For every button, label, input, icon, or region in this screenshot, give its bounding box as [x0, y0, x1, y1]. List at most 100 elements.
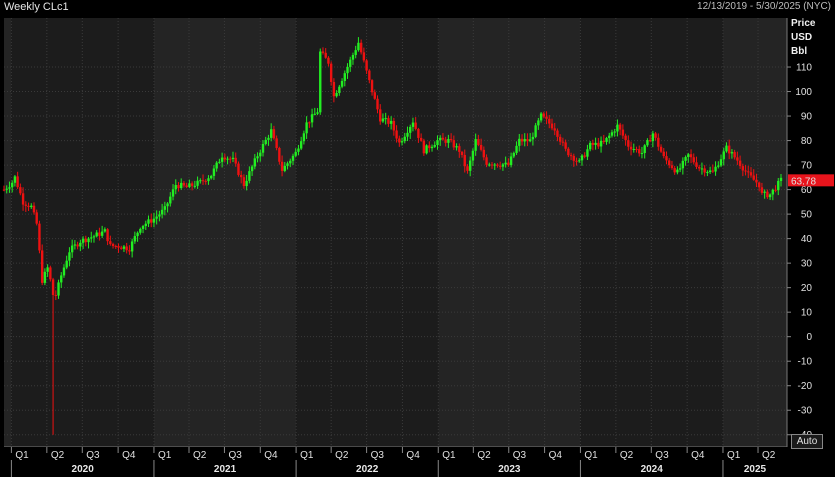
candle-body [714, 166, 717, 172]
quarter-label: Q1 [442, 450, 456, 461]
candle [319, 48, 322, 115]
candle-body [291, 155, 295, 161]
candle-body [498, 165, 502, 167]
quarter-label: Q3 [655, 450, 669, 461]
candle-body [706, 172, 709, 174]
candle-body [275, 138, 278, 148]
candle-body [684, 157, 687, 161]
quarter-label: Q2 [620, 450, 634, 461]
candle-body [766, 191, 769, 198]
candle-body [340, 80, 344, 87]
candle-body [640, 153, 644, 155]
quarter-label: Q4 [691, 450, 705, 461]
candle-body [185, 185, 188, 187]
y-tick-label: -30 [798, 406, 813, 417]
candle-body [329, 63, 333, 83]
candle-body [618, 124, 622, 130]
candle-body [708, 170, 712, 173]
y-unit-label: USD [791, 32, 812, 43]
candle-body [610, 132, 614, 136]
candle-body [43, 271, 47, 283]
candle-body [215, 162, 218, 169]
candle-body [608, 135, 611, 139]
candle-body [665, 156, 668, 161]
candle-body [294, 151, 297, 156]
candle-body [310, 114, 314, 123]
candle-body [474, 139, 477, 151]
candle-body [518, 138, 521, 146]
candle-body [569, 155, 573, 157]
candle-body [103, 229, 107, 232]
candle-body [84, 238, 87, 243]
year-band [296, 18, 439, 447]
candle-body [774, 189, 777, 191]
candle-body [199, 180, 202, 182]
candle-body [777, 180, 780, 191]
candle-body [231, 157, 235, 160]
candle-body [389, 120, 393, 124]
candle-body [411, 122, 415, 127]
candle-body [267, 137, 270, 140]
y-tick-label: 70 [801, 161, 813, 172]
candle-body [51, 279, 55, 296]
candle-body [744, 170, 747, 172]
candle-body [128, 250, 131, 252]
candle-body [62, 267, 66, 276]
candle-body [21, 193, 25, 205]
candle-body [591, 142, 595, 145]
year-label: 2022 [356, 464, 379, 475]
candle-body [321, 51, 325, 53]
candle-body [368, 70, 371, 81]
year-band [153, 18, 297, 447]
price-chart[interactable]: -40-30-20-100102030405060708090100110 Q1… [0, 0, 835, 477]
candle-body [444, 139, 447, 143]
candle-body [253, 158, 257, 167]
candle-body [95, 232, 98, 237]
candle-body [87, 238, 90, 243]
candle-body [16, 176, 19, 188]
candle-body [681, 160, 685, 169]
candle-body [711, 170, 715, 172]
quarter-label: Q4 [549, 450, 563, 461]
candle-body [210, 175, 213, 179]
candle-body [482, 149, 486, 158]
candle-body [24, 204, 28, 206]
candle-body [493, 164, 496, 166]
candle-body [297, 148, 300, 152]
candle-body [646, 140, 649, 146]
year-band [722, 18, 787, 447]
candle-body [212, 168, 216, 176]
candle-body [471, 150, 475, 161]
candle-body [488, 164, 491, 166]
candle-body [234, 157, 237, 164]
candle-body [319, 51, 322, 113]
candle-body [182, 182, 186, 186]
candle-body [477, 139, 480, 145]
year-label: 2025 [744, 464, 767, 475]
candle-body [207, 178, 210, 182]
chart-header: Weekly CLc1 12/13/2019 - 5/30/2025 (NYC) [0, 0, 835, 16]
auto-scale-button[interactable]: Auto [791, 434, 823, 449]
candle-body [733, 152, 736, 158]
year-band [580, 18, 723, 447]
candle-body [738, 160, 742, 167]
y-tick-label: 90 [801, 112, 813, 123]
candle-body [561, 141, 565, 143]
candle-body [30, 205, 33, 208]
candle-body [586, 149, 589, 157]
candle-body [752, 175, 755, 180]
candle-body [548, 118, 551, 124]
candle-body [188, 183, 191, 187]
quarter-label: Q2 [762, 450, 776, 461]
candle-body [278, 147, 281, 162]
candle-body [629, 146, 633, 150]
candle-body [409, 126, 412, 133]
candle-body [419, 137, 423, 141]
candle-body [452, 140, 456, 148]
candle-body [122, 246, 126, 249]
candle-body [689, 154, 693, 158]
candle-body [597, 142, 600, 147]
candle-body [90, 237, 93, 239]
candle-body [201, 180, 205, 182]
year-band [438, 18, 581, 447]
